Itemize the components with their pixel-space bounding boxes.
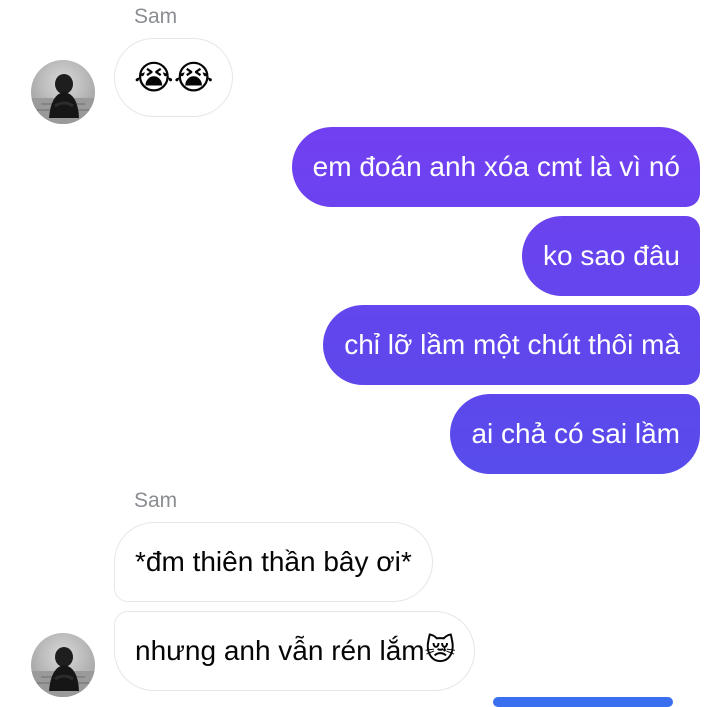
person-photo-icon xyxy=(31,647,95,697)
sender-name: Sam xyxy=(134,5,178,28)
message-text: chỉ lỡ lầm một chút thôi mà xyxy=(344,329,680,360)
sender-avatar[interactable] xyxy=(31,633,95,697)
outgoing-message[interactable]: em đoán anh xóa cmt là vì nó xyxy=(291,127,700,207)
incoming-message[interactable]: 😭😭 xyxy=(114,38,234,117)
outgoing-message[interactable]: chỉ lỡ lầm một chút thôi mà xyxy=(323,305,700,385)
message-text: *đm thiên thần bây ơi* xyxy=(135,546,412,577)
outgoing-message[interactable]: ko sao đâu xyxy=(522,216,700,296)
incoming-message[interactable]: nhưng anh vẫn rén lắm 😿 xyxy=(114,611,475,691)
person-photo-icon xyxy=(31,74,95,124)
message-text: nhưng anh vẫn rén lắm xyxy=(135,635,425,666)
sender-avatar[interactable] xyxy=(31,60,95,124)
incoming-message[interactable]: *đm thiên thần bây ơi* xyxy=(114,522,433,602)
sender-name: Sam xyxy=(134,489,178,512)
crying-cat-emoji: 😿 xyxy=(424,633,456,668)
message-text: em đoán anh xóa cmt là vì nó xyxy=(312,151,680,182)
next-outgoing-message-edge xyxy=(493,697,673,707)
message-text: ko sao đâu xyxy=(543,240,680,271)
message-text: ai chả có sai lầm xyxy=(471,418,680,449)
outgoing-message[interactable]: ai chả có sai lầm xyxy=(450,394,700,474)
crying-face-emoji: 😭😭 xyxy=(134,57,214,98)
